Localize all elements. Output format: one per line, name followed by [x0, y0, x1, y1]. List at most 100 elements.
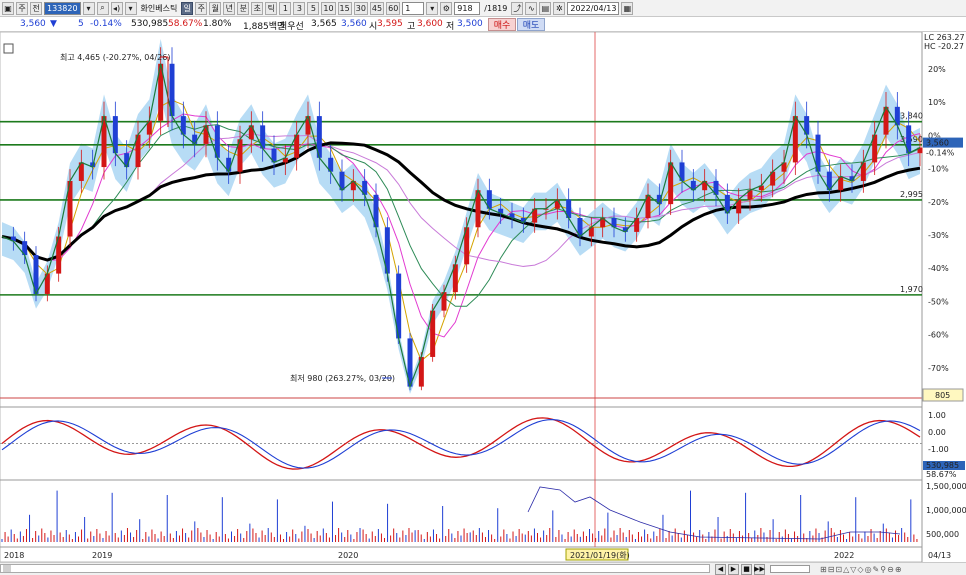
preferred-label: 최우선 [279, 22, 304, 32]
ichimoku-cloud [2, 38, 920, 394]
zoom-slider[interactable] [770, 565, 810, 573]
interval-5[interactable]: 5 [307, 1, 320, 15]
save-icon[interactable]: ▤ [539, 1, 552, 15]
y-tick-label: -20% [928, 198, 949, 207]
ratio: 1.80% [203, 19, 232, 29]
x-tick-label: 2019 [92, 551, 112, 560]
price-change: 5 [78, 19, 84, 29]
price-chart[interactable]: 3,8403,5902,9951,970 최고 4,465 (-20.27%, … [0, 32, 966, 562]
dropdown-icon[interactable]: ▾ [82, 1, 95, 15]
low-label: 저 [446, 22, 455, 32]
play-button[interactable]: ▶ [728, 563, 739, 575]
market-select[interactable]: 주 [16, 1, 28, 15]
chart-toolbar: ▣ 주 전 133820 ▾ ⌕ ◂) ▾ 화인베스틱 일 주 월 년 분 초 … [0, 0, 966, 17]
chart-grid [0, 32, 923, 562]
oscillator-tick: -1.00 [928, 445, 949, 454]
speaker-icon[interactable]: ◂) [110, 1, 123, 15]
side-badge: 805 [935, 391, 950, 400]
y-tick-label: -50% [928, 297, 949, 306]
obv-tick: 500,000 [926, 530, 959, 539]
current-price: 3,560 [20, 19, 46, 29]
dropdown-icon[interactable]: ▾ [124, 1, 137, 15]
y-tick-label: -60% [928, 331, 949, 340]
current-change-label: -0.14% [926, 149, 955, 158]
x-tick-label: 04/13 [928, 551, 951, 560]
settings-icon[interactable]: ⚙ [440, 1, 453, 15]
dropdown-icon[interactable]: ▾ [426, 1, 439, 15]
stop-button[interactable]: ■ [741, 563, 752, 575]
obv-tick: 1,000,000 [926, 506, 966, 515]
period-tick[interactable]: 틱 [265, 1, 278, 15]
date-input[interactable]: 2022/04/13 [567, 1, 620, 15]
search-icon[interactable]: ⌕ [96, 1, 109, 15]
price-change-pct: -0.14% [90, 19, 122, 29]
x-tick-label: 2021/01/19(화) [570, 551, 630, 560]
status-bar: ◀ ▶ ■ ▶▶ ⊞⊟⊡△▽◇◎✎⚲⊖⊕ [0, 562, 966, 575]
gear-icon[interactable]: ✲ [553, 1, 566, 15]
drawing-tools-icon[interactable]: ⊞⊟⊡△▽◇◎✎⚲⊖⊕ [820, 565, 903, 574]
period-minute[interactable]: 분 [237, 1, 250, 15]
count-input[interactable]: 918 [454, 1, 481, 15]
current-price-label: 3,560 [926, 139, 949, 148]
interval-15[interactable]: 15 [337, 1, 352, 15]
stock-code-input[interactable]: 133820 [44, 1, 81, 15]
oscillator-panel: 1.00 0.00 -1.00 [0, 411, 949, 470]
chart-area[interactable]: 3,840 3,590 2,995 1,970 최고 4,465 (-20.27%, … [0, 32, 966, 562]
scroll-track[interactable] [0, 564, 710, 573]
interval-45[interactable]: 45 [369, 1, 385, 15]
wave-tool-icon[interactable]: ∿ [525, 1, 538, 15]
interval-input[interactable]: 1 [402, 1, 425, 15]
quote-bar: 3,560 ▼ 5 -0.14% 530,985 58.67% 1.80% 1,… [0, 17, 966, 32]
obv-line [527, 486, 901, 540]
legend-hc: HC -20.27 [924, 42, 964, 51]
interval-30[interactable]: 30 [353, 1, 368, 15]
y-tick-label: -70% [928, 364, 949, 373]
calendar-icon[interactable]: ▦ [621, 1, 634, 15]
buy-button[interactable]: 매수 [488, 18, 516, 31]
x-tick-label: 2020 [338, 551, 358, 560]
level-label: 3,840 [900, 112, 923, 121]
interval-1[interactable]: 1 [279, 1, 292, 15]
count-total: /1819 [484, 3, 508, 13]
low-annotation: 최저 980 (263.27%, 03/20) [290, 373, 395, 383]
period-year[interactable]: 년 [223, 1, 236, 15]
down-arrow-icon: ▼ [50, 19, 57, 29]
period-day[interactable]: 일 [181, 1, 194, 15]
interval-10[interactable]: 10 [321, 1, 336, 15]
oscillator-tick: 0.00 [928, 428, 946, 437]
x-tick-label: 2022 [834, 551, 854, 560]
scroll-thumb[interactable] [3, 565, 11, 572]
y-tick-label: 20% [928, 65, 946, 74]
volume: 530,985 [131, 19, 169, 29]
scope-select[interactable]: 전 [30, 1, 42, 15]
line-tool-icon[interactable]: ⤴ [511, 1, 524, 15]
high-annotation: 최고 4,465 (-20.27%, 04/26) [60, 52, 170, 62]
period-second[interactable]: 초 [251, 1, 264, 15]
play-back-button[interactable]: ◀ [715, 563, 726, 575]
high-label: 고 [407, 22, 416, 32]
interval-3[interactable]: 3 [293, 1, 306, 15]
obv-tick: 1,500,000 [926, 482, 966, 491]
level-label: 2,995 [900, 190, 923, 199]
chart-frame [0, 32, 923, 562]
y-tick-label: -10% [928, 165, 949, 174]
high-price: 3,600 [417, 19, 443, 29]
y-tick-label: -40% [928, 264, 949, 273]
y-tick-label: -30% [928, 231, 949, 240]
best-ask: 3,565 [311, 19, 337, 29]
panel-menu-icon [3, 43, 14, 54]
turnover-pct: 58.67% [168, 19, 203, 29]
period-month[interactable]: 월 [209, 1, 222, 15]
annotations: 최고 4,465 (-20.27%, 04/26) 최저 980 (263.27%… [60, 52, 395, 383]
level-label: 1,970 [900, 285, 923, 294]
interval-60[interactable]: 60 [386, 1, 401, 15]
low-price: 3,500 [457, 19, 483, 29]
period-week[interactable]: 주 [195, 1, 208, 15]
x-tick-label: 2018 [4, 551, 24, 560]
open-price: 3,595 [377, 19, 403, 29]
sell-button[interactable]: 매도 [517, 18, 545, 31]
fast-forward-button[interactable]: ▶▶ [754, 563, 765, 575]
window-menu-icon[interactable]: ▣ [2, 1, 14, 15]
y-tick-label: 10% [928, 98, 946, 107]
stock-name[interactable]: 화인베스틱 [139, 3, 180, 14]
